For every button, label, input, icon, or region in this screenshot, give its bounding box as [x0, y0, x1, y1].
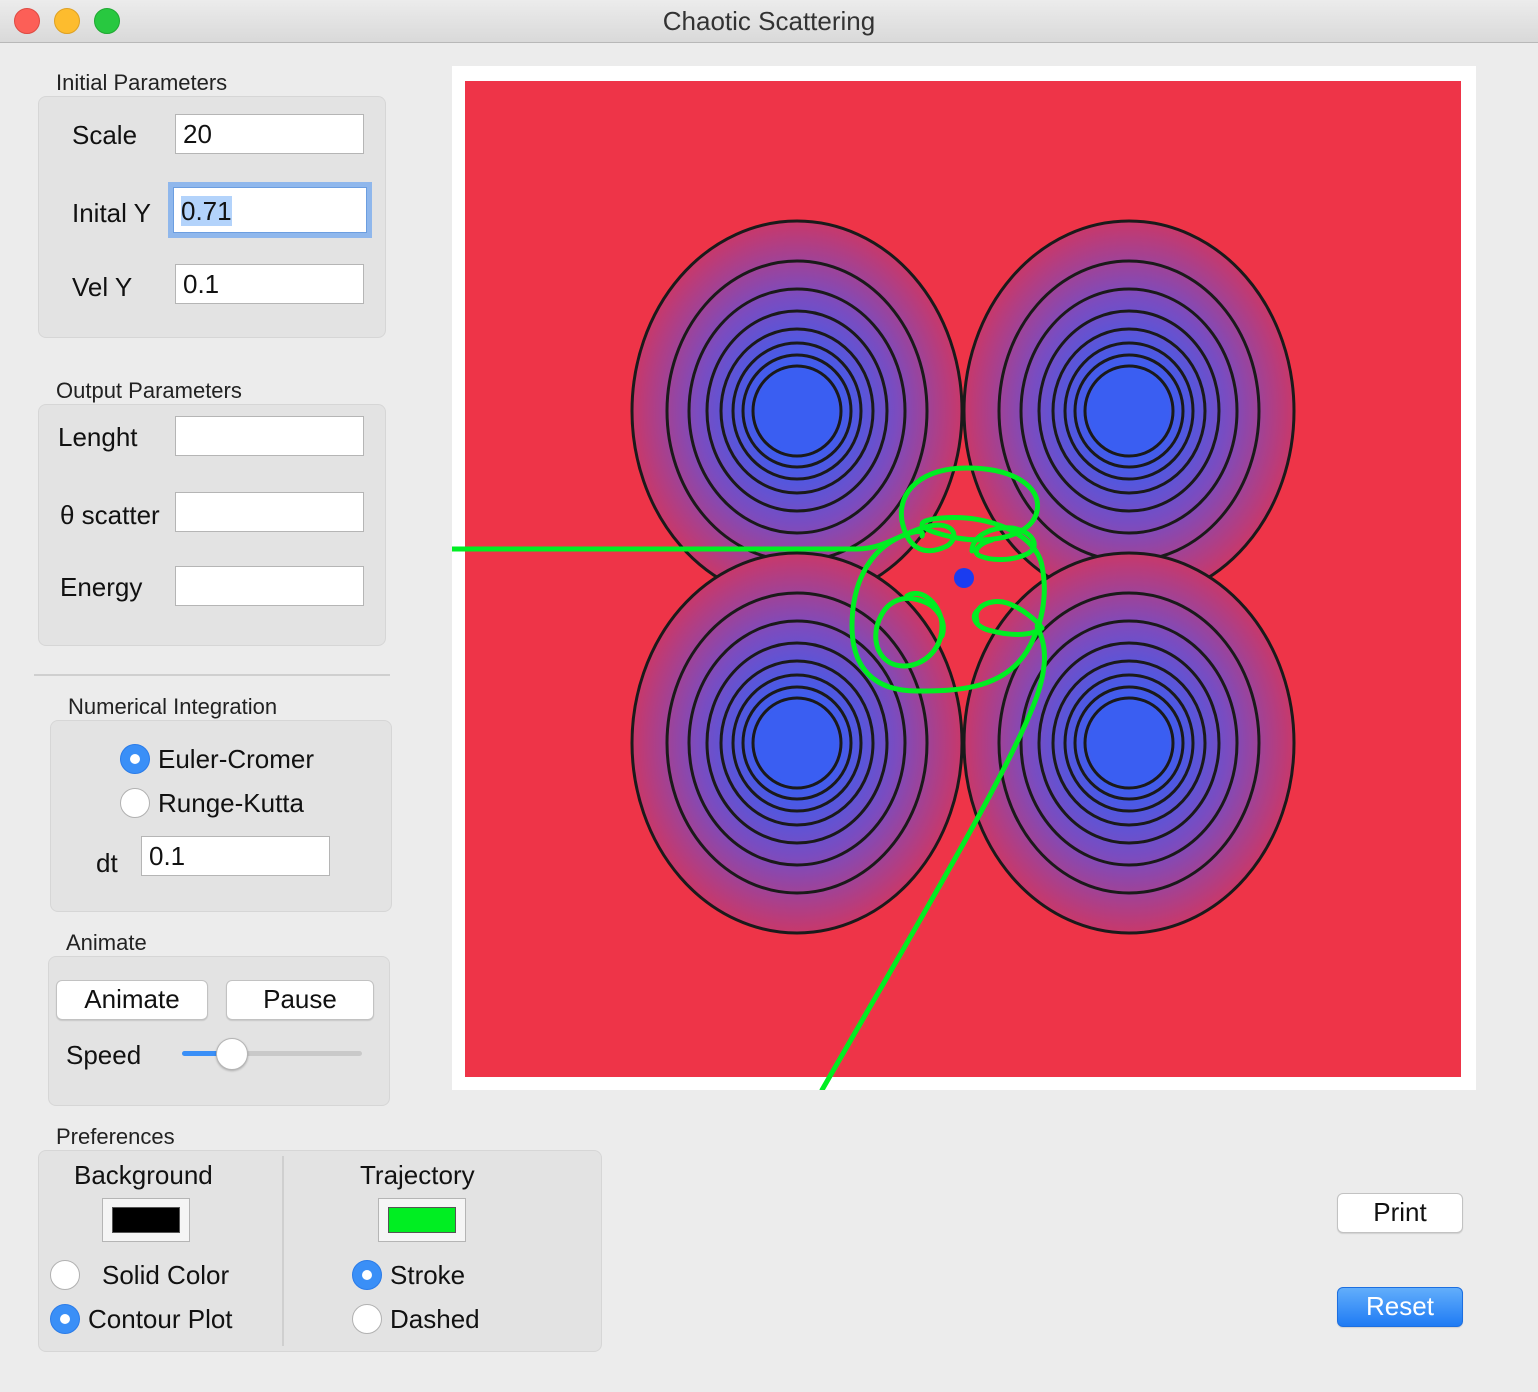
- scale-input[interactable]: 20: [175, 114, 364, 154]
- preferences-title: Preferences: [56, 1124, 175, 1149]
- animate-title: Animate: [66, 930, 147, 955]
- theta-scatter-label: θ scatter: [60, 500, 160, 530]
- dashed-radio[interactable]: [352, 1304, 382, 1334]
- energy-output: [175, 566, 364, 606]
- dt-label: dt: [96, 848, 118, 878]
- animate-box: [48, 956, 390, 1106]
- preferences-divider: [282, 1156, 284, 1346]
- pause-button[interactable]: Pause: [226, 980, 374, 1020]
- stroke-radio[interactable]: [352, 1260, 382, 1290]
- stroke-label: Stroke: [390, 1260, 466, 1290]
- trajectory-color-swatch: [388, 1207, 456, 1233]
- runge-kutta-radio[interactable]: [120, 788, 150, 818]
- energy-label: Energy: [60, 572, 143, 602]
- trajectory-color-well[interactable]: [378, 1198, 466, 1242]
- dashed-label: Dashed: [390, 1304, 480, 1334]
- particle-marker: [954, 568, 974, 588]
- contour-plot-radio[interactable]: [50, 1304, 80, 1334]
- numerical-integration-title: Numerical Integration: [68, 694, 278, 719]
- euler-cromer-radio[interactable]: [120, 744, 150, 774]
- background-label: Background: [74, 1160, 213, 1190]
- scale-label: Scale: [72, 120, 138, 150]
- title-bar: Chaotic Scattering: [0, 0, 1538, 43]
- reset-button[interactable]: Reset: [1337, 1287, 1463, 1327]
- runge-kutta-label: Runge-Kutta: [158, 788, 304, 818]
- well-core: [757, 371, 837, 451]
- output-parameters-title: Output Parameters: [56, 378, 242, 403]
- well-core: [757, 703, 837, 783]
- speed-slider[interactable]: [182, 1036, 362, 1072]
- trajectory-label: Trajectory: [360, 1160, 475, 1190]
- section-divider: [34, 674, 390, 676]
- window-title: Chaotic Scattering: [662, 6, 876, 36]
- background-color-swatch: [112, 1207, 180, 1233]
- plot-canvas[interactable]: [452, 66, 1476, 1090]
- animate-button[interactable]: Animate: [56, 980, 208, 1020]
- vel-y-label: Vel Y: [72, 272, 133, 302]
- solid-color-radio[interactable]: [50, 1260, 80, 1290]
- length-label: Lenght: [58, 422, 138, 452]
- vel-y-input[interactable]: 0.1: [175, 264, 364, 304]
- dt-input[interactable]: 0.1: [141, 836, 330, 876]
- well-core: [1089, 703, 1169, 783]
- initial-y-input[interactable]: 0.71: [168, 182, 372, 238]
- initial-parameters-title: Initial Parameters: [56, 70, 228, 95]
- solid-color-label: Solid Color: [102, 1260, 230, 1290]
- contour-plot-label: Contour Plot: [88, 1304, 233, 1334]
- contour-plot: [452, 81, 1461, 1090]
- length-output: [175, 416, 364, 456]
- speed-slider-knob[interactable]: [216, 1038, 249, 1070]
- initial-y-label: Inital Y: [72, 198, 152, 228]
- euler-cromer-label: Euler-Cromer: [158, 744, 315, 774]
- speed-label: Speed: [66, 1040, 142, 1070]
- initial-y-selected-text: 0.71: [181, 196, 232, 226]
- background-color-well[interactable]: [102, 1198, 190, 1242]
- theta-scatter-output: [175, 492, 364, 532]
- print-button[interactable]: Print: [1337, 1193, 1463, 1233]
- well-core: [1089, 371, 1169, 451]
